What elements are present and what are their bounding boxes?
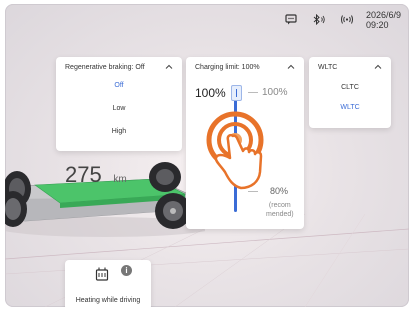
recommended-value-label: 80%: [270, 186, 289, 196]
charging-current-value: 100%: [195, 86, 226, 100]
charging-max-label: 100%: [262, 87, 288, 98]
bluetooth-icon[interactable]: [310, 10, 328, 28]
range-value: 275: [65, 162, 102, 187]
regen-braking-title: Regenerative braking: Off: [65, 63, 145, 71]
regen-option-high[interactable]: High: [56, 128, 182, 135]
charging-slider-handle[interactable]: [231, 85, 242, 101]
regen-braking-header[interactable]: Regenerative braking: Off: [56, 57, 182, 77]
recommended-note: (recom mended): [266, 201, 294, 219]
datetime: 2026/6/9 09:20: [366, 10, 401, 30]
chevron-up-icon[interactable]: [287, 63, 295, 71]
regen-option-low[interactable]: Low: [56, 105, 182, 112]
time-text: 09:20: [365, 20, 389, 30]
screen: 2026/6/9 09:20 275 km Regenerative braki…: [5, 4, 409, 307]
chevron-up-icon[interactable]: [165, 63, 173, 71]
tap-gesture-icon: [206, 111, 264, 190]
chevron-up-icon[interactable]: [374, 63, 382, 71]
driving-cycle-header[interactable]: WLTC: [309, 57, 391, 77]
date-text: 2026/6/9: [365, 10, 401, 20]
driving-cycle-panel: WLTC CLTC WLTC: [309, 57, 391, 128]
range-unit: km: [113, 174, 127, 185]
seat-heater-icon: [95, 267, 109, 281]
regen-option-off[interactable]: Off: [56, 82, 182, 89]
range-display: 275 km: [65, 144, 127, 192]
cycle-option-cltc[interactable]: CLTC: [309, 84, 391, 91]
regen-braking-panel: Regenerative braking: Off Off Low High: [56, 57, 182, 151]
wireless-signal-icon[interactable]: [338, 10, 356, 28]
driving-cycle-title: WLTC: [318, 63, 338, 71]
message-icon[interactable]: [282, 10, 300, 28]
max-tick: [248, 92, 258, 93]
recommended-note-line2: mended): [266, 211, 294, 218]
info-icon[interactable]: i: [121, 265, 132, 276]
status-bar: 2026/6/9 09:20: [282, 10, 401, 30]
charging-limit-header[interactable]: Charging limit: 100%: [186, 57, 304, 77]
recommended-note-line1: (recom: [268, 202, 291, 209]
heating-label: Heating while driving: [75, 297, 141, 304]
cycle-option-wltc[interactable]: WLTC: [309, 104, 391, 111]
heating-while-driving-card[interactable]: i Heating while driving: [65, 260, 151, 307]
charging-limit-title: Charging limit: 100%: [195, 63, 260, 71]
